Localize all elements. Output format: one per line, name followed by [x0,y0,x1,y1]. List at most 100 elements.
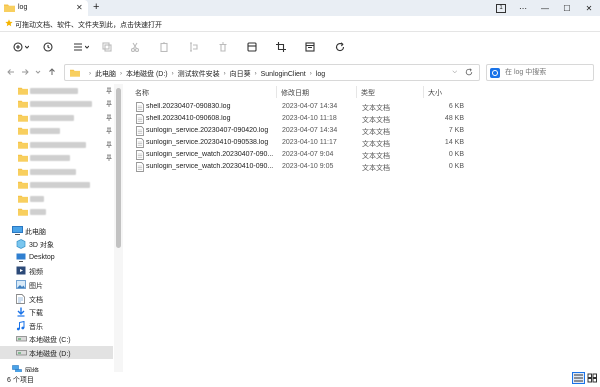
column-header-name[interactable]: 名称 [135,88,149,98]
sidebar-item-this-pc[interactable]: 此电脑 [0,224,113,237]
quick-access-item[interactable] [18,85,118,97]
quick-access-item[interactable] [18,112,118,124]
tab-count-button[interactable]: 1 [490,0,512,16]
new-button[interactable] [13,40,29,53]
quick-access-item[interactable] [18,152,118,164]
sidebar-item-documents[interactable]: 文档 [0,292,113,305]
maximize-button[interactable]: ☐ [556,0,578,16]
details-view-button[interactable] [572,372,585,384]
address-row: › 此电脑 › 本地磁盘 (D:) › 测试软件安装 › 向日葵 › SunloginClient… [0,60,600,84]
up-icon[interactable] [48,68,56,76]
back-icon[interactable] [7,68,15,76]
breadcrumb-separator-icon[interactable]: › [310,71,312,77]
column-divider[interactable] [356,86,357,98]
column-header-size[interactable]: 大小 [428,88,442,98]
file-name: sunlogin_service_watch.20230410-090... [146,163,274,170]
sidebar-scrollbar-thumb[interactable] [116,88,121,248]
item-count: 6 个项目 [7,377,34,384]
large-icons-view-button[interactable] [586,372,599,384]
quick-access-item[interactable] [18,139,118,151]
breadcrumb-item[interactable]: SunloginClient [261,71,306,78]
sidebar-item-downloads[interactable]: 下载 [0,305,113,318]
cut-button[interactable] [130,40,140,53]
close-button[interactable]: ✕ [578,0,600,16]
more-button[interactable]: ⋯ [512,0,534,16]
breadcrumb-separator-icon[interactable]: › [89,71,91,77]
history-chevron-icon[interactable] [35,68,41,76]
sidebar-item-label: 本地磁盘 (C:) [29,337,71,344]
file-modified-date: 2023-04-10 11:17 [282,139,337,146]
quick-access-item[interactable] [18,206,118,218]
preview-button[interactable] [305,40,315,53]
sidebar-item-label: 视频 [29,269,43,276]
folder-icon [18,86,28,95]
file-row[interactable]: sunlogin_service.20230410-090538.log 2023… [136,137,466,149]
file-size: 48 KB [444,115,464,122]
documents-icon [16,294,25,304]
file-size: 6 KB [448,103,464,110]
quick-access-hint: 可拖动文档、软件、文件夹到此，点击快速打开 [15,22,162,29]
breadcrumb-separator-icon[interactable]: › [120,71,122,77]
sidebar-item-pictures[interactable]: 图片 [0,278,113,291]
text-document-icon [136,162,144,172]
blurred-folder-name [30,88,78,94]
tab-log[interactable]: log ✕ [0,0,88,16]
tab-close-icon[interactable]: ✕ [76,3,83,12]
new-tab-button[interactable]: + [93,1,99,14]
quick-access-item[interactable] [18,179,118,191]
view-menu-button[interactable] [73,40,89,53]
share-button[interactable] [247,40,257,53]
column-header-type[interactable]: 类型 [361,88,375,98]
rename-button[interactable] [188,40,198,53]
breadcrumb-item[interactable]: log [316,71,325,78]
minimize-button[interactable]: — [534,0,556,16]
quick-access-item[interactable] [18,193,118,205]
sidebar-item-label: 文档 [29,297,43,304]
pin-icon [106,141,112,148]
paste-button[interactable] [159,40,169,53]
breadcrumb: › 此电脑 › 本地磁盘 (D:) › 测试软件安装 › 向日葵 › SunloginClient… [85,69,325,79]
file-row[interactable]: sunlogin_service.20230407-090420.log 2023… [136,125,466,137]
copy-icon [102,41,112,52]
rotate-button[interactable] [335,40,345,53]
breadcrumb-item[interactable]: 本地磁盘 (D:) [126,69,168,79]
search-input[interactable] [505,67,590,78]
music-icon [16,321,25,331]
sidebar-item-videos[interactable]: 视频 [0,264,113,277]
breadcrumb-separator-icon[interactable]: › [172,71,174,77]
sidebar-item-3d-objects[interactable]: 3D 对象 [0,237,113,250]
file-row[interactable]: sunlogin_service_watch.20230410-090... 20… [136,161,466,173]
delete-button[interactable] [218,40,228,53]
breadcrumb-item[interactable]: 向日葵 [230,69,251,79]
forward-icon[interactable] [21,68,29,76]
file-row[interactable]: shell.20230407-090830.log 2023-04-07 14:3… [136,101,466,113]
file-row[interactable]: shell.20230410-090608.log 2023-04-10 11:1… [136,113,466,125]
refresh-icon[interactable] [465,68,473,76]
breadcrumb-item[interactable]: 此电脑 [95,69,116,79]
file-size: 7 KB [448,127,464,134]
sidebar-item-drive[interactable]: 本地磁盘 (D:) [0,346,113,359]
recent-button[interactable] [43,40,53,53]
copy-button[interactable] [102,40,112,53]
text-document-icon [136,150,144,160]
column-header-date[interactable]: 修改日期 [281,88,309,98]
address-bar[interactable]: › 此电脑 › 本地磁盘 (D:) › 测试软件安装 › 向日葵 › SunloginClient… [64,64,480,81]
search-box[interactable] [486,64,594,81]
file-row[interactable]: sunlogin_service_watch.20230407-090... 20… [136,149,466,161]
quick-access-item[interactable] [18,125,118,137]
toolbar [0,33,600,60]
column-divider[interactable] [423,86,424,98]
quick-access-item[interactable] [18,166,118,178]
recent-icon [43,41,53,52]
sidebar-item-music[interactable]: 音乐 [0,319,113,332]
sidebar-item-drive[interactable]: 本地磁盘 (C:) [0,332,113,345]
crop-button[interactable] [276,40,286,53]
breadcrumb-item[interactable]: 测试软件安装 [178,69,220,79]
breadcrumb-separator-icon[interactable]: › [224,71,226,77]
sidebar-item-desktop[interactable]: Desktop [0,251,113,264]
file-type: 文本文档 [362,105,390,112]
column-divider[interactable] [276,86,277,98]
quick-access-item[interactable] [18,98,118,110]
address-dropdown-icon[interactable]: ⌵ [452,69,457,76]
breadcrumb-separator-icon[interactable]: › [255,71,257,77]
